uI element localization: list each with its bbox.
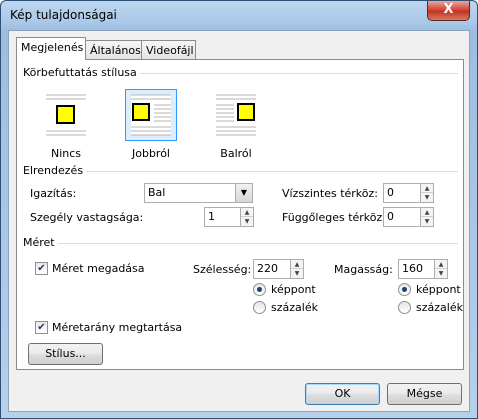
height-label: Magasság: [334,263,393,276]
layout-heading: Elrendezés [23,164,87,177]
spin-down-icon[interactable]: ▼ [421,217,433,226]
vspace-label: Függőleges térköz: [282,211,386,224]
close-icon: X [443,2,454,17]
ok-button[interactable]: OK [305,383,380,405]
border-thickness-input[interactable]: 1 [204,207,241,227]
wrap-left-icon [216,94,256,136]
hspace-label: Vízszintes térköz: [282,187,378,200]
dialog-client-area: Megjelenés Általános Videofájl Körbefutt… [8,30,470,412]
tab-altalanos[interactable]: Általános [85,40,142,60]
width-unit-pixel-radio[interactable] [253,283,266,296]
style-button-label: Stílus... [45,347,86,360]
width-spinner[interactable]: ▲ ▼ [291,259,304,279]
spin-up-icon[interactable]: ▲ [421,184,433,193]
wrap-none-icon [46,94,86,136]
width-unit-pixel-label: képpont [271,283,316,296]
wrap-option-right-label: Jobbról [131,147,170,160]
width-unit-percent-label: százalék [271,301,318,314]
wrap-option-none-label: Nincs [50,147,82,160]
size-heading: Méret [23,236,58,249]
width-value: 220 [257,262,278,275]
spin-down-icon[interactable]: ▼ [435,269,447,278]
height-value: 160 [402,262,423,275]
width-input[interactable]: 220 [253,259,291,279]
wrap-option-none[interactable] [40,89,92,141]
tab-megjelenes[interactable]: Megjelenés [16,37,86,60]
tab-label: Általános [90,44,141,57]
group-divider [23,243,458,244]
tab-label: Videofájl [146,44,194,57]
height-input[interactable]: 160 [398,259,435,279]
spin-up-icon[interactable]: ▲ [421,208,433,217]
dialog-window: Kép tulajdonságai X Megjelenés Általános… [0,0,478,419]
wrap-style-heading: Körbefuttatás stílusa [23,66,140,79]
wrap-right-icon [131,94,171,136]
hspace-input[interactable]: 0 [383,183,421,203]
height-unit-percent-label: százalék [416,301,463,314]
chevron-down-icon[interactable]: ▼ [235,184,252,202]
keep-ratio-checkbox[interactable]: ✔ [35,321,48,334]
wrap-option-right[interactable] [125,89,177,141]
keep-ratio-label: Méretarány megtartása [52,321,183,334]
specify-size-checkbox[interactable]: ✔ [35,262,48,275]
spin-up-icon[interactable]: ▲ [291,260,303,269]
border-thickness-label: Szegély vastagsága: [30,211,144,224]
width-unit-percent-radio[interactable] [253,301,266,314]
specify-size-label: Méret megadása [52,262,145,275]
alignment-value: Bal [148,186,166,199]
width-label: Szélesség: [193,263,252,276]
alignment-select[interactable]: Bal ▼ [144,183,253,203]
vspace-value: 0 [387,210,394,223]
tab-videofajl[interactable]: Videofájl [141,40,196,60]
height-spinner[interactable]: ▲ ▼ [435,259,448,279]
height-unit-percent-radio[interactable] [398,301,411,314]
spin-up-icon[interactable]: ▲ [435,260,447,269]
close-button[interactable]: X [427,1,470,21]
height-unit-pixel-label: képpont [416,283,461,296]
border-thickness-value: 1 [208,210,215,223]
spin-down-icon[interactable]: ▼ [241,217,253,226]
spin-up-icon[interactable]: ▲ [241,208,253,217]
title-bar[interactable]: Kép tulajdonságai X [1,1,477,31]
hspace-value: 0 [387,186,394,199]
border-thickness-spinner[interactable]: ▲ ▼ [241,207,254,227]
ok-button-label: OK [334,387,351,400]
height-unit-pixel-radio[interactable] [398,283,411,296]
hspace-spinner[interactable]: ▲ ▼ [421,183,434,203]
alignment-label: Igazítás: [30,187,77,200]
cancel-button[interactable]: Mégse [387,383,462,405]
vspace-spinner[interactable]: ▲ ▼ [421,207,434,227]
wrap-option-left[interactable] [210,89,262,141]
tab-panel-megjelenes: Körbefuttatás stílusa Nincs Jobbról Balr… [16,59,464,370]
spin-down-icon[interactable]: ▼ [291,269,303,278]
cancel-button-label: Mégse [406,387,443,400]
spin-down-icon[interactable]: ▼ [421,193,433,202]
group-divider [23,171,458,172]
wrap-option-left-label: Balról [220,147,252,160]
tab-label: Megjelenés [21,41,84,54]
vspace-input[interactable]: 0 [383,207,421,227]
style-button[interactable]: Stílus... [28,343,103,365]
window-title: Kép tulajdonságai [10,8,117,22]
